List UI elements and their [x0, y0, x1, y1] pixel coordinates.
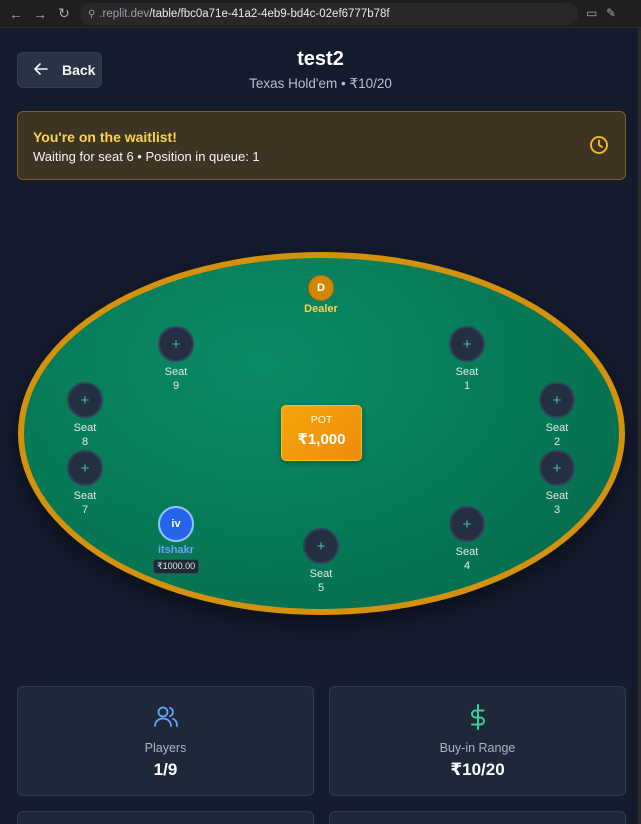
extensions-icon[interactable]: ✎	[606, 6, 616, 20]
pot-display: POT ₹1,000	[281, 405, 362, 461]
seat-3[interactable]: + Seat 3	[527, 450, 587, 517]
players-value: 1/9	[153, 760, 178, 779]
pot-label: POT	[310, 414, 333, 426]
plus-icon[interactable]: +	[449, 506, 485, 542]
plus-icon[interactable]: +	[449, 326, 485, 362]
card-partial	[329, 811, 626, 824]
plus-icon[interactable]: +	[67, 382, 103, 418]
dollar-icon	[330, 703, 625, 731]
clock-icon	[590, 136, 608, 154]
plus-icon[interactable]: +	[539, 450, 575, 486]
url-path: /table/fbc0a71e-41a2-4eb9-bd4c-02ef6777b…	[149, 8, 390, 20]
players-label: Players	[144, 741, 187, 755]
seat-5[interactable]: + Seat 5	[291, 528, 351, 595]
buyin-card: Buy-in Range ₹10/20	[329, 686, 626, 796]
plus-icon[interactable]: +	[539, 382, 575, 418]
seat-label: Seat 7	[73, 490, 97, 516]
seat-2[interactable]: + Seat 2	[527, 382, 587, 449]
player-avatar[interactable]: iv	[158, 506, 194, 542]
seat-7[interactable]: + Seat 7	[55, 450, 115, 517]
address-bar[interactable]: ⚲ .replit.dev/table/fbc0a71e-41a2-4eb9-b…	[80, 3, 578, 25]
dealer-badge: D	[308, 275, 334, 301]
player-chips: ₹1000.00	[152, 559, 200, 574]
player-seat-6[interactable]: iv itshakr ₹1000.00	[146, 506, 206, 574]
seat-label: Seat 1	[455, 366, 479, 392]
seat-label: Seat 9	[164, 366, 188, 392]
browser-reload-icon[interactable]: ↻	[52, 0, 76, 28]
buyin-label: Buy-in Range	[439, 741, 516, 755]
players-card: Players 1/9	[17, 686, 314, 796]
waitlist-text: Waiting for seat 6 • Position in queue: …	[33, 149, 260, 164]
browser-toolbar: ← → ↻ ⚲ .replit.dev/table/fbc0a71e-41a2-…	[0, 0, 641, 28]
page-title: test2	[297, 48, 344, 70]
browser-forward-icon[interactable]: →	[28, 0, 52, 28]
dealer-label: Dealer	[304, 303, 338, 315]
dealer-button: D Dealer	[285, 275, 357, 315]
seat-label: Seat 3	[545, 490, 569, 516]
player-name: itshakr	[157, 544, 195, 556]
seat-4[interactable]: + Seat 4	[437, 506, 497, 573]
url-host: .replit.dev	[99, 8, 150, 20]
seat-label: Seat 4	[455, 546, 479, 572]
seat-label: Seat 5	[309, 568, 333, 594]
seat-9[interactable]: + Seat 9	[146, 326, 206, 393]
plus-icon[interactable]: +	[67, 450, 103, 486]
waitlist-title: You're on the waitlist!	[33, 129, 177, 145]
card-partial	[17, 811, 314, 824]
buyin-value: ₹10/20	[450, 760, 505, 779]
game-subtitle: Texas Hold'em • ₹10/20	[249, 76, 392, 91]
plus-icon[interactable]: +	[158, 326, 194, 362]
waitlist-banner: You're on the waitlist! Waiting for seat…	[17, 111, 626, 180]
site-info-icon[interactable]: ⚲	[88, 9, 95, 20]
browser-back-icon[interactable]: ←	[4, 0, 28, 28]
seat-1[interactable]: + Seat 1	[437, 326, 497, 393]
users-icon	[18, 703, 313, 731]
seat-label: Seat 8	[73, 422, 97, 448]
cast-icon[interactable]: ▭	[586, 6, 597, 20]
seat-8[interactable]: + Seat 8	[55, 382, 115, 449]
pot-value: ₹1,000	[297, 431, 346, 448]
plus-icon[interactable]: +	[303, 528, 339, 564]
seat-label: Seat 2	[545, 422, 569, 448]
